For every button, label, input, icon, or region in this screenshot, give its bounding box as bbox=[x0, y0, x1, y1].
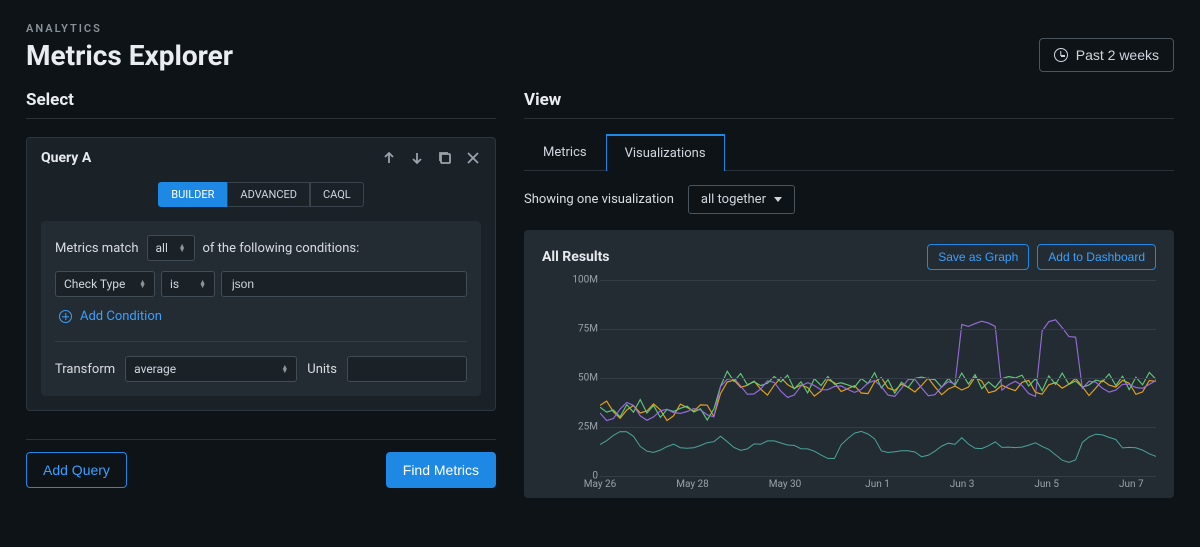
close-icon[interactable] bbox=[465, 150, 481, 166]
condition-row: Check Type ▲▼ is ▲▼ bbox=[55, 271, 467, 297]
chevron-down-icon bbox=[774, 197, 782, 202]
time-range-button[interactable]: Past 2 weeks bbox=[1039, 38, 1174, 72]
condition-field-select[interactable]: Check Type ▲▼ bbox=[55, 271, 155, 297]
tab-advanced[interactable]: ADVANCED bbox=[227, 182, 310, 207]
add-query-button[interactable]: Add Query bbox=[26, 452, 127, 488]
match-suffix: of the following conditions: bbox=[203, 241, 360, 256]
add-to-dashboard-button[interactable]: Add to Dashboard bbox=[1037, 244, 1156, 270]
query-label: Query A bbox=[41, 150, 91, 166]
grouping-select[interactable]: all together bbox=[688, 185, 795, 214]
tab-metrics[interactable]: Metrics bbox=[524, 134, 606, 171]
save-as-graph-button[interactable]: Save as Graph bbox=[927, 244, 1029, 270]
view-tab-group: Metrics Visualizations bbox=[524, 133, 1174, 171]
tab-caql[interactable]: CAQL bbox=[310, 182, 364, 207]
duplicate-icon[interactable] bbox=[437, 150, 453, 166]
tab-visualizations[interactable]: Visualizations bbox=[606, 134, 725, 171]
select-heading: Select bbox=[26, 90, 496, 119]
spinner-icon: ▲▼ bbox=[199, 280, 206, 288]
plus-circle-icon bbox=[59, 310, 72, 323]
units-label: Units bbox=[307, 362, 337, 377]
add-condition-button[interactable]: Add Condition bbox=[55, 305, 162, 324]
move-down-icon[interactable] bbox=[409, 150, 425, 166]
match-prefix: Metrics match bbox=[55, 241, 139, 256]
move-up-icon[interactable] bbox=[381, 150, 397, 166]
query-card: Query A BUILDER ADVANCED CAQL Metri bbox=[26, 137, 496, 411]
divider bbox=[55, 341, 467, 342]
chart-title: All Results bbox=[542, 249, 610, 265]
spinner-icon: ▲▼ bbox=[281, 365, 288, 373]
spinner-icon: ▲▼ bbox=[179, 244, 186, 252]
clock-icon bbox=[1054, 48, 1068, 62]
mode-tab-group: BUILDER ADVANCED CAQL bbox=[27, 182, 495, 207]
chart-card: All Results Save as Graph Add to Dashboa… bbox=[524, 230, 1174, 498]
units-input[interactable] bbox=[347, 356, 467, 382]
condition-operator-select[interactable]: is ▲▼ bbox=[161, 271, 215, 297]
tab-builder[interactable]: BUILDER bbox=[158, 182, 227, 207]
transform-select[interactable]: average ▲▼ bbox=[125, 356, 297, 382]
match-mode-select[interactable]: all ▲▼ bbox=[147, 235, 195, 261]
condition-value-input[interactable] bbox=[221, 271, 467, 297]
showing-text: Showing one visualization bbox=[524, 192, 674, 207]
page-title: Metrics Explorer bbox=[26, 39, 233, 72]
find-metrics-button[interactable]: Find Metrics bbox=[386, 452, 496, 488]
time-range-label: Past 2 weeks bbox=[1076, 47, 1159, 63]
spinner-icon: ▲▼ bbox=[139, 280, 146, 288]
transform-label: Transform bbox=[55, 362, 115, 377]
breadcrumb: ANALYTICS bbox=[26, 22, 1174, 35]
x-axis: May 26May 28May 30Jun 1Jun 3Jun 5Jun 7 bbox=[600, 475, 1156, 490]
view-heading: View bbox=[524, 90, 1174, 119]
chart-plot: May 26May 28May 30Jun 1Jun 3Jun 5Jun 7 0… bbox=[564, 280, 1156, 490]
builder-body: Metrics match all ▲▼ of the following co… bbox=[41, 221, 481, 396]
